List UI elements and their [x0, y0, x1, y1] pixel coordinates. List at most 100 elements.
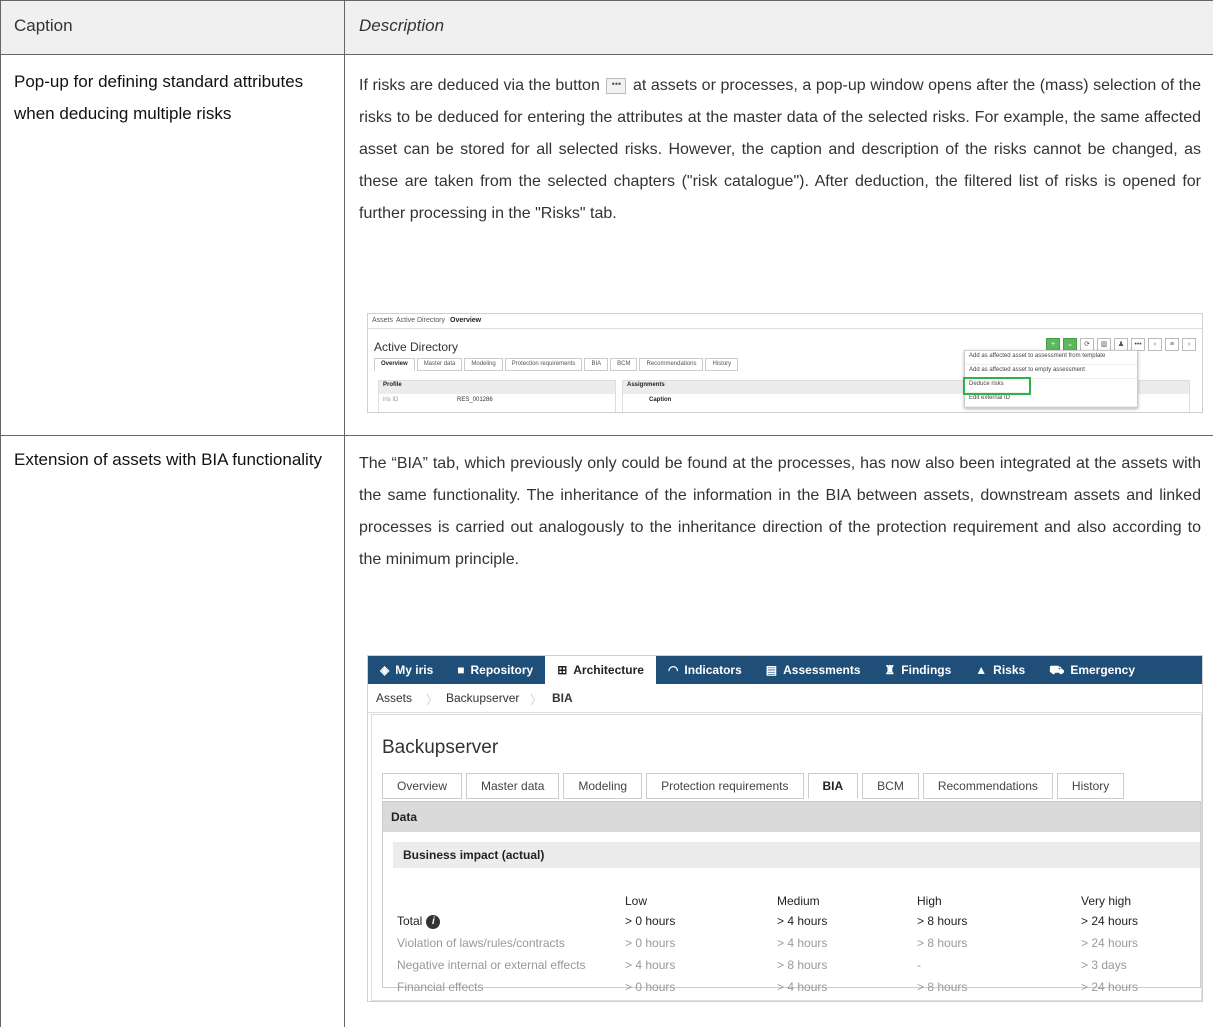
section-header: Business impact (actual): [393, 842, 1200, 868]
breadcrumb-item[interactable]: Backupserver: [446, 691, 519, 705]
diamond-icon: ◈: [380, 663, 390, 677]
cell: > 8 hours: [917, 980, 968, 994]
field-label: iris ID: [383, 397, 399, 403]
tab-bcm[interactable]: BCM: [862, 773, 919, 799]
row2-caption: Extension of assets with BIA functionali…: [14, 450, 323, 469]
nav-assessments[interactable]: ▤ Assessments: [754, 656, 873, 684]
table-border: [0, 0, 1213, 1]
tab-modeling[interactable]: Modeling: [563, 773, 643, 799]
nav-my-iris[interactable]: ◈ My iris: [368, 656, 445, 684]
clipboard-icon: ▤: [765, 663, 778, 677]
content-panel: Backupserver Overview Master data Modeli…: [371, 714, 1202, 1001]
table-header: Caption Description: [0, 0, 1213, 54]
document-table: Caption Description Pop-up for defining …: [0, 0, 1213, 1027]
menu-item[interactable]: Edit external ID: [965, 393, 1137, 407]
tab-recommendations[interactable]: Recommendations: [639, 358, 704, 371]
tab-bia[interactable]: BIA: [807, 773, 859, 799]
nav-emergency[interactable]: ⛟ Emergency: [1037, 656, 1147, 684]
actions-menu: Add as affected asset to assessment from…: [963, 350, 1138, 408]
data-header: Data: [383, 802, 1200, 832]
column-header: High: [917, 894, 942, 908]
tab-master-data[interactable]: Master data: [416, 358, 463, 371]
header-description: Description: [359, 16, 445, 35]
cell: -: [917, 958, 921, 972]
book-icon: ■: [457, 663, 465, 677]
breadcrumb-item: BIA: [552, 691, 573, 705]
tab-bia[interactable]: BIA: [584, 358, 609, 371]
cell: > 0 hours: [625, 980, 676, 994]
data-section: Data Business impact (actual) Low Medium…: [382, 801, 1201, 994]
breadcrumb: Assets Active Directory Overview: [368, 314, 1202, 329]
row1-text-1: If risks are deduced via the button: [359, 77, 600, 94]
nav-architecture[interactable]: ⊞ Architecture: [545, 656, 656, 684]
page-title: Active Directory: [374, 340, 459, 354]
menu-item-deduce-risks[interactable]: Deduce risks: [963, 377, 1031, 395]
tab-overview[interactable]: Overview: [374, 358, 415, 371]
cell: > 0 hours: [625, 914, 676, 928]
info-icon[interactable]: i: [426, 914, 441, 929]
column-header: Medium: [777, 894, 820, 908]
tab-bcm[interactable]: BCM: [610, 358, 638, 371]
cell: > 8 hours: [777, 958, 828, 972]
tab-bar: Overview Master data Modeling Protection…: [374, 358, 739, 371]
breadcrumb-separator: 〉: [426, 693, 439, 707]
cell: > 4 hours: [777, 936, 828, 950]
cell: > 3 days: [1081, 958, 1127, 972]
more-dots-icon: •••: [606, 77, 627, 94]
row2-description: The “BIA” tab, which previously only cou…: [359, 455, 1201, 568]
next-icon[interactable]: ›: [1182, 338, 1196, 351]
cell: > 24 hours: [1081, 914, 1139, 928]
deduce-risks-screenshot: Assets Active Directory Overview Active …: [367, 313, 1203, 413]
tab-history[interactable]: History: [1056, 773, 1125, 799]
tab-history[interactable]: History: [705, 358, 739, 371]
table-divider: [0, 54, 1213, 55]
breadcrumb: Assets 〉 Backupserver 〉 BIA: [368, 684, 1202, 713]
tab-bar: Overview Master data Modeling Protection…: [382, 773, 1125, 799]
menu-item[interactable]: Add as affected asset to assessment from…: [965, 351, 1137, 365]
row-label: Violation of laws/rules/contracts: [397, 936, 565, 950]
nav-repository[interactable]: ■ Repository: [445, 656, 545, 684]
cell: > 24 hours: [1081, 936, 1139, 950]
cell: > 0 hours: [625, 936, 676, 950]
table-divider: [0, 435, 1213, 436]
ambulance-icon: ⛟: [1049, 663, 1065, 677]
nav-risks[interactable]: ▲ Risks: [963, 656, 1037, 684]
tab-modeling[interactable]: Modeling: [464, 358, 503, 371]
tab-protection-requirements[interactable]: Protection requirements: [646, 773, 804, 799]
breadcrumb-item[interactable]: Active Directory: [396, 317, 445, 324]
breadcrumb-item: Overview: [450, 317, 482, 324]
column-header: Low: [625, 894, 648, 908]
panel-header: Profile: [379, 381, 615, 394]
menu-item[interactable]: Add as affected asset to empty assessmen…: [965, 365, 1137, 379]
breadcrumb-item[interactable]: Assets: [372, 317, 393, 324]
prev-icon[interactable]: ‹: [1148, 338, 1162, 351]
nav-indicators[interactable]: ◠ Indicators: [656, 656, 754, 684]
column-header: Very high: [1081, 894, 1132, 908]
list-icon[interactable]: ≡: [1165, 338, 1179, 351]
field-value: RES_001286: [457, 397, 493, 403]
row-label: Financial effects: [397, 980, 484, 994]
header-caption: Caption: [14, 16, 73, 35]
warning-icon: ▲: [975, 663, 988, 677]
tab-protection-requirements[interactable]: Protection requirements: [504, 358, 583, 371]
cell: > 24 hours: [1081, 980, 1139, 994]
cell: > 4 hours: [777, 980, 828, 994]
bia-screenshot: ◈ My iris ■ Repository ⊞ Architecture ◠ Indi…: [367, 655, 1203, 1002]
tab-master-data[interactable]: Master data: [466, 773, 560, 799]
binoculars-icon: ♜: [884, 663, 896, 677]
gauge-icon: ◠: [667, 663, 679, 677]
nav-findings[interactable]: ♜ Findings: [873, 656, 964, 684]
row1-caption: Pop-up for defining standard attributes …: [14, 72, 304, 123]
main-nav: ◈ My iris ■ Repository ⊞ Architecture ◠ Indi…: [368, 656, 1202, 684]
row1-description: If risks are deduced via the button ••• …: [359, 70, 1201, 230]
cell: > 8 hours: [917, 914, 968, 928]
cell: > 4 hours: [625, 958, 676, 972]
page-title: Backupserver: [382, 737, 499, 758]
table-border: [0, 0, 1, 1027]
breadcrumb-item[interactable]: Assets: [376, 691, 412, 705]
profile-panel: Profile iris ID RES_001286: [378, 380, 616, 412]
tab-overview[interactable]: Overview: [382, 773, 463, 799]
row1-text-2: at assets or processes, a pop-up window …: [359, 77, 1201, 222]
row-label: Total i: [397, 914, 441, 929]
tab-recommendations[interactable]: Recommendations: [922, 773, 1053, 799]
